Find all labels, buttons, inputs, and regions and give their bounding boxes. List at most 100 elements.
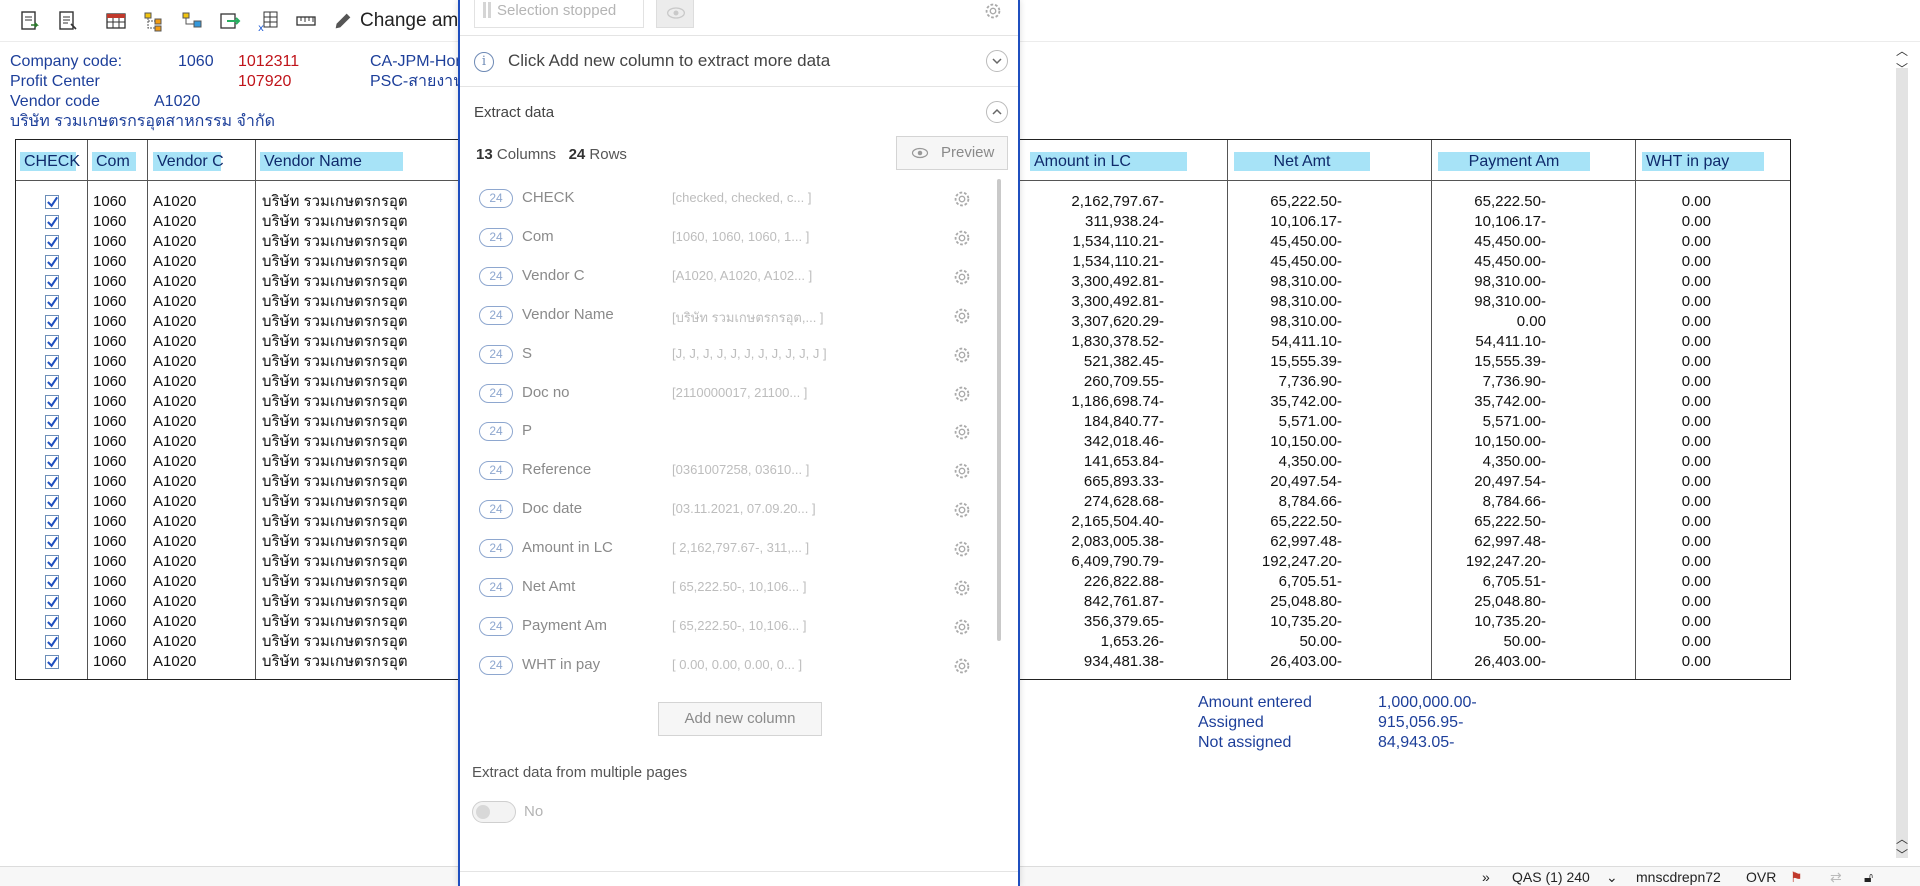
tree-expand-icon[interactable] — [142, 9, 166, 33]
column-settings-gear-icon[interactable] — [951, 188, 973, 210]
column-settings-gear-icon[interactable] — [951, 383, 973, 405]
row-checkbox[interactable] — [45, 475, 59, 489]
extracted-column-item[interactable]: 24 S [J, J, J, J, J, J, J, J, J, J, J ] — [460, 335, 1005, 374]
row-checkbox[interactable] — [45, 375, 59, 389]
vertical-scrollbar[interactable]: ︿ ﹀ ︿ ﹀ — [1895, 42, 1909, 862]
row-checkbox[interactable] — [45, 575, 59, 589]
column-settings-gear-icon[interactable] — [951, 227, 973, 249]
change-amount-button[interactable]: Change amc — [332, 8, 468, 34]
header-payment-am[interactable]: Payment Am — [1438, 152, 1590, 171]
extracted-column-item[interactable]: 24 Com [1060, 1060, 1060, 1... ] — [460, 218, 1005, 257]
row-checkbox[interactable] — [45, 495, 59, 509]
expand-statusbar-icon[interactable]: » — [1482, 869, 1490, 885]
header-vendor-c[interactable]: Vendor C — [153, 152, 224, 171]
row-checkbox[interactable] — [45, 355, 59, 369]
row-checkbox[interactable] — [45, 295, 59, 309]
header-check[interactable]: CHECK — [20, 152, 80, 171]
column-name[interactable]: CHECK — [522, 189, 575, 206]
column-name[interactable]: Com — [522, 228, 554, 245]
header-vendor-name[interactable]: Vendor Name — [260, 152, 403, 171]
column-settings-gear-icon[interactable] — [951, 460, 973, 482]
row-checkbox[interactable] — [45, 615, 59, 629]
column-name[interactable]: WHT in pay — [522, 656, 600, 673]
row-checkbox[interactable] — [45, 395, 59, 409]
extracted-column-item[interactable]: 24 Doc date [03.11.2021, 07.09.20... ] — [460, 490, 1005, 529]
system-dropdown-icon[interactable]: ⌄ — [1606, 869, 1618, 886]
flag-icon[interactable]: ⚑ — [1790, 869, 1803, 886]
row-checkbox[interactable] — [45, 275, 59, 289]
extracted-column-item[interactable]: 24 Net Amt [ 65,222.50-, 10,106... ] — [460, 568, 1005, 607]
system-info[interactable]: QAS (1) 240 — [1512, 869, 1590, 885]
row-checkbox[interactable] — [45, 455, 59, 469]
row-checkbox[interactable] — [45, 415, 59, 429]
column-settings-gear-icon[interactable] — [951, 538, 973, 560]
row-checkbox[interactable] — [45, 515, 59, 529]
header-com[interactable]: Com — [92, 152, 136, 171]
add-new-column-button[interactable]: Add new column — [658, 702, 822, 736]
excel-x-icon[interactable]: x — [256, 9, 280, 33]
scroll-up-icon[interactable]: ︿ — [1895, 44, 1909, 58]
highlight-toggle-button[interactable] — [656, 0, 694, 28]
extracted-column-item[interactable]: 24 Vendor C [A1020, A1020, A102... ] — [460, 257, 1005, 296]
transfer-icon[interactable]: ⇄ — [1830, 869, 1842, 886]
column-settings-gear-icon[interactable] — [951, 577, 973, 599]
row-checkbox[interactable] — [45, 435, 59, 449]
row-checkbox[interactable] — [45, 635, 59, 649]
row-checkbox[interactable] — [45, 555, 59, 569]
extracted-column-item[interactable]: 24 WHT in pay [ 0.00, 0.00, 0.00, 0... ] — [460, 646, 1005, 685]
extracted-column-item[interactable]: 24 P — [460, 412, 1005, 451]
row-checkbox[interactable] — [45, 655, 59, 669]
settings-gear-icon[interactable] — [982, 0, 1004, 22]
input-mode[interactable]: OVR — [1746, 869, 1776, 885]
column-name[interactable]: Net Amt — [522, 578, 575, 595]
row-checkbox[interactable] — [45, 535, 59, 549]
header-wht-in-pay[interactable]: WHT in pay — [1642, 152, 1764, 171]
row-checkbox[interactable] — [45, 255, 59, 269]
column-list-scrollbar[interactable] — [997, 179, 1001, 641]
extracted-column-item[interactable]: 24 Payment Am [ 65,222.50-, 10,106... ] — [460, 607, 1005, 646]
header-amount-in-lc[interactable]: Amount in LC — [1030, 152, 1187, 171]
extracted-column-item[interactable]: 24 Amount in LC [ 2,162,797.67-, 311,... ] — [460, 529, 1005, 568]
extracted-column-item[interactable]: 24 CHECK [checked, checked, c... ] — [460, 179, 1005, 218]
column-settings-gear-icon[interactable] — [951, 655, 973, 677]
column-settings-gear-icon[interactable] — [951, 266, 973, 288]
column-name[interactable]: Reference — [522, 461, 591, 478]
row-checkbox[interactable] — [45, 595, 59, 609]
column-name[interactable]: S — [522, 345, 532, 362]
column-name[interactable]: Amount in LC — [522, 539, 613, 556]
column-name[interactable]: Payment Am — [522, 617, 607, 634]
row-checkbox[interactable] — [45, 315, 59, 329]
column-name[interactable]: P — [522, 422, 532, 439]
row-checkbox[interactable] — [45, 195, 59, 209]
scroll-down-icon[interactable]: ﹀ — [1895, 848, 1909, 862]
lock-icon[interactable]: 🔓︎ — [1864, 869, 1873, 886]
multi-page-toggle[interactable] — [472, 801, 516, 823]
document-list-icon[interactable] — [56, 9, 80, 33]
column-settings-gear-icon[interactable] — [951, 421, 973, 443]
column-name[interactable]: Doc no — [522, 384, 570, 401]
table-grid-icon[interactable] — [104, 9, 128, 33]
row-checkbox[interactable] — [45, 235, 59, 249]
row-checkbox[interactable] — [45, 335, 59, 349]
ruler-icon[interactable] — [294, 9, 318, 33]
document-arrow-icon[interactable] — [18, 9, 42, 33]
export-icon[interactable] — [218, 9, 242, 33]
column-settings-gear-icon[interactable] — [951, 344, 973, 366]
column-settings-gear-icon[interactable] — [951, 616, 973, 638]
column-name[interactable]: Vendor C — [522, 267, 585, 284]
extracted-column-item[interactable]: 24 Doc no [2110000017, 21100... ] — [460, 374, 1005, 413]
header-net-amt[interactable]: Net Amt — [1234, 152, 1370, 171]
scroll-up-bottom-icon[interactable]: ︿ — [1895, 832, 1909, 846]
tree-collapse-icon[interactable] — [180, 9, 204, 33]
scroll-track[interactable] — [1896, 68, 1908, 858]
column-name[interactable]: Vendor Name — [522, 306, 614, 323]
extracted-column-item[interactable]: 24 Reference [0361007258, 03610... ] — [460, 451, 1005, 490]
extract-collapse-button[interactable] — [986, 101, 1008, 123]
row-checkbox[interactable] — [45, 215, 59, 229]
extracted-column-item[interactable]: 24 Vendor Name [บริษัท รวมเกษตรกรอุต,... ] — [460, 296, 1005, 335]
selection-status-button[interactable]: Selection stopped — [474, 0, 644, 28]
preview-button[interactable]: Preview — [896, 136, 1008, 170]
info-collapse-button[interactable] — [986, 50, 1008, 72]
column-name[interactable]: Doc date — [522, 500, 582, 517]
column-settings-gear-icon[interactable] — [951, 305, 973, 327]
